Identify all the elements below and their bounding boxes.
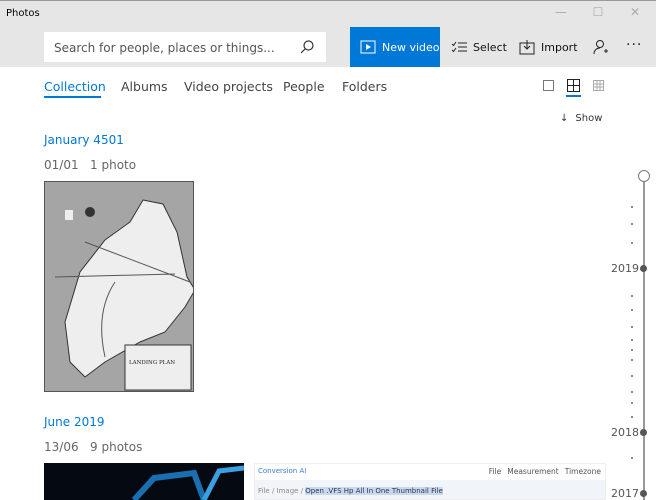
timeline-year[interactable]: 2019 — [611, 262, 639, 275]
small-grid-icon[interactable] — [593, 80, 604, 91]
add-person-icon[interactable] — [593, 39, 609, 55]
screenshot-breadcrumb: File / Image / Open .VFS Hp All In One T… — [255, 480, 605, 499]
group-title[interactable]: June 2019 — [44, 415, 105, 429]
timeline-year-marker[interactable] — [640, 429, 647, 436]
search-input[interactable]: Search for people, places or things... — [44, 32, 326, 62]
import-icon — [519, 39, 535, 54]
tab-albums[interactable]: Albums — [121, 79, 168, 94]
tab-video-projects[interactable]: Video projects — [184, 79, 273, 94]
screenshot-menu-item: Timezone — [564, 467, 601, 476]
screenshot-brand: Conversion AI — [258, 467, 307, 475]
large-view-icon[interactable] — [543, 80, 554, 91]
timeline-top-handle[interactable] — [638, 170, 650, 182]
arrow-down-icon: ↓ — [560, 113, 569, 124]
import-label: Import — [541, 40, 578, 54]
select-label: Select — [473, 40, 507, 54]
photo-thumbnail[interactable] — [44, 463, 244, 500]
screenshot-menu-item: Measurement — [507, 467, 559, 476]
timeline-month-dot[interactable] — [631, 402, 633, 404]
show-button[interactable]: ↓ Show — [560, 113, 602, 124]
timeline-year-marker[interactable] — [640, 490, 647, 497]
import-button[interactable]: Import — [519, 27, 578, 67]
timeline-month-dot[interactable] — [631, 375, 633, 377]
maximize-button[interactable]: ☐ — [583, 5, 613, 23]
minimize-button[interactable]: — — [546, 5, 576, 23]
photo-thumbnail[interactable]: LANDING PLAN — [44, 181, 194, 392]
search-placeholder: Search for people, places or things... — [54, 41, 275, 55]
timeline-month-dot[interactable] — [631, 326, 633, 328]
timeline-month-dot[interactable] — [631, 349, 633, 351]
timeline-month-dot[interactable] — [631, 223, 633, 225]
timeline-year[interactable]: 2017 — [611, 487, 639, 500]
timeline-month-dot[interactable] — [631, 242, 633, 244]
group-date: 01/01 1 photo — [44, 158, 137, 172]
screenshot-menu-item: File — [488, 467, 502, 476]
group-date: 13/06 9 photos — [44, 440, 143, 454]
photo-thumbnail[interactable]: Conversion AI File Measurement Timezone Fi… — [254, 463, 606, 500]
timeline-month-dot[interactable] — [631, 457, 633, 459]
map-image: LANDING PLAN — [45, 182, 193, 391]
video-icon — [360, 40, 376, 54]
screenshot-menu: File Measurement Timezone — [489, 467, 601, 476]
timeline-month-dot[interactable] — [631, 391, 633, 393]
group-title[interactable]: January 4501 — [44, 133, 124, 147]
new-video-label: New video — [382, 40, 440, 54]
timeline-month-dot[interactable] — [631, 339, 633, 341]
timeline-year-marker[interactable] — [640, 265, 647, 272]
more-options-icon[interactable]: ··· — [626, 37, 642, 53]
view-indicator — [566, 95, 581, 97]
timeline-year[interactable]: 2018 — [611, 426, 639, 439]
timeline-month-dot[interactable] — [631, 206, 633, 208]
medium-grid-icon[interactable] — [567, 79, 580, 92]
active-tab-indicator — [44, 96, 101, 98]
tab-collection[interactable]: Collection — [44, 79, 106, 94]
select-list-icon — [451, 41, 467, 53]
title-bar: Photos — ☐ ✕ — [0, 0, 656, 27]
timeline-month-dot[interactable] — [631, 309, 633, 311]
neon-image — [131, 465, 244, 500]
tab-folders[interactable]: Folders — [342, 79, 387, 94]
search-icon[interactable] — [300, 40, 314, 54]
map-legend-text: LANDING PLAN — [129, 360, 175, 366]
timeline-month-dot[interactable] — [631, 416, 633, 418]
app-title: Photos — [6, 8, 40, 19]
close-button[interactable]: ✕ — [620, 5, 650, 23]
tab-people[interactable]: People — [283, 79, 325, 94]
timeline-track[interactable] — [643, 182, 645, 500]
new-video-button[interactable]: New video — [350, 27, 440, 67]
select-button[interactable]: Select — [451, 27, 507, 67]
show-label: Show — [575, 113, 603, 124]
toolbar: Search for people, places or things... N… — [0, 27, 656, 67]
timeline-month-dot[interactable] — [631, 359, 633, 361]
timeline-month-dot[interactable] — [631, 295, 633, 297]
